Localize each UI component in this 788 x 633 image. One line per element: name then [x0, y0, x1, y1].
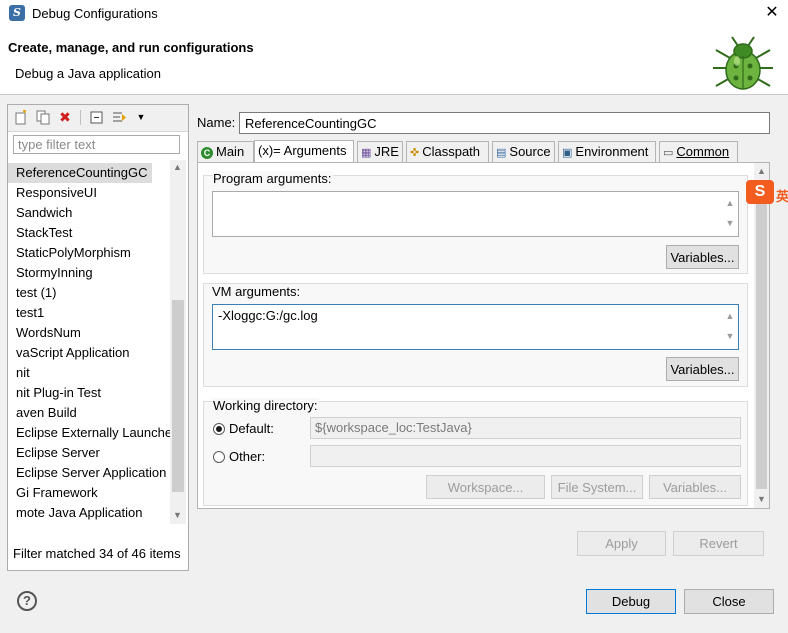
tab-panel-scrollbar[interactable]: ▲ ▼: [754, 163, 769, 508]
list-scrollbar-thumb[interactable]: [172, 300, 184, 492]
list-item[interactable]: test (1): [8, 283, 171, 303]
debug-bug-icon: [713, 36, 773, 90]
list-item[interactable]: nit Plug-in Test: [8, 383, 171, 403]
panel-scroll-up-arrow-icon[interactable]: ▲: [757, 166, 766, 176]
list-item[interactable]: StackTest: [8, 223, 171, 243]
file-system-button[interactable]: File System...: [551, 475, 643, 499]
list-item[interactable]: StaticPolyMorphism: [8, 243, 171, 263]
tab-bar: C Main (x)= Arguments ▦ JRE ✜ Classpath ▤ So…: [197, 140, 770, 163]
tab-arguments[interactable]: (x)= Arguments: [254, 140, 354, 163]
vm-arguments-input[interactable]: -Xloggc:G:/gc.log: [212, 304, 739, 350]
working-dir-variables-button[interactable]: Variables...: [649, 475, 741, 499]
revert-button[interactable]: Revert: [673, 531, 764, 556]
eclipse-icon: S: [9, 5, 25, 21]
tab-jre[interactable]: ▦ JRE: [357, 141, 403, 162]
close-window-button[interactable]: ✕: [762, 3, 782, 23]
tab-panel-scrollbar-thumb[interactable]: [756, 183, 767, 489]
common-icon: ▭: [663, 147, 674, 159]
environment-icon: ▣: [562, 147, 573, 159]
tab-environment-label: Environment: [575, 144, 649, 159]
tab-source-label: Source: [509, 144, 551, 159]
banner-subtitle: Debug a Java application: [15, 66, 161, 81]
name-field[interactable]: [239, 112, 770, 134]
tab-classpath-label: Classpath: [422, 144, 481, 159]
other-radio-label: Other:: [229, 449, 266, 464]
list-item[interactable]: Eclipse Server Application: [8, 463, 171, 483]
tab-main[interactable]: C Main: [197, 141, 254, 162]
scroll-down-arrow-icon[interactable]: ▼: [173, 510, 182, 520]
vm-arguments-label: VM arguments:: [212, 284, 301, 299]
working-directory-group: Working directory: Default: ${workspace_…: [203, 398, 748, 506]
filter-config-icon[interactable]: [112, 110, 126, 125]
duplicate-icon[interactable]: [36, 110, 50, 125]
workspace-button[interactable]: Workspace...: [426, 475, 545, 499]
list-item[interactable]: nit: [8, 363, 171, 383]
source-icon: ▤: [496, 147, 507, 159]
program-arguments-label: Program arguments:: [212, 171, 333, 186]
toolbar-separator: [80, 110, 81, 125]
apply-button[interactable]: Apply: [577, 531, 666, 556]
tab-common[interactable]: ▭ Common: [659, 141, 738, 162]
view-menu-chevron-down-icon[interactable]: ▼: [134, 110, 148, 125]
vm-variables-button[interactable]: Variables...: [666, 357, 739, 381]
main-tab-icon: C: [201, 147, 213, 159]
tab-jre-label: JRE: [374, 144, 399, 159]
list-item[interactable]: ReferenceCountingGC: [8, 163, 152, 183]
other-directory-field: [310, 445, 741, 467]
filter-input[interactable]: [13, 135, 180, 154]
program-arguments-input[interactable]: [212, 191, 739, 237]
other-radio[interactable]: [213, 451, 225, 463]
list-scrollbar[interactable]: ▲ ▼: [170, 160, 186, 524]
tab-classpath[interactable]: ✜ Classpath: [406, 141, 489, 162]
collapse-all-icon[interactable]: [90, 110, 104, 125]
program-variables-button[interactable]: Variables...: [666, 245, 739, 269]
list-item[interactable]: test1: [8, 303, 171, 323]
delete-icon[interactable]: ✖: [58, 110, 72, 125]
vm-arguments-scroll-arrows-icon[interactable]: ▲ ▼: [725, 306, 735, 346]
tab-environment[interactable]: ▣ Environment: [558, 141, 656, 162]
program-arguments-scroll-arrows-icon[interactable]: ▲ ▼: [725, 193, 735, 233]
left-toolbar: ✖ ▼: [8, 105, 188, 132]
help-icon[interactable]: ?: [17, 591, 37, 611]
close-button[interactable]: Close: [684, 589, 774, 614]
ime-badge-icon[interactable]: S: [746, 180, 774, 204]
tab-arguments-label: (x)= Arguments: [258, 143, 347, 158]
default-radio-label: Default:: [229, 421, 274, 436]
list-item[interactable]: mote Java Application: [8, 503, 171, 522]
list-item[interactable]: aven Build: [8, 403, 171, 423]
tab-source[interactable]: ▤ Source: [492, 141, 555, 162]
panel-scroll-down-arrow-icon[interactable]: ▼: [757, 494, 766, 504]
list-item[interactable]: vaScript Application: [8, 343, 171, 363]
tab-common-label: Common: [676, 144, 730, 159]
window-title: Debug Configurations: [32, 6, 158, 21]
configuration-list: ReferenceCountingGC ResponsiveUI Sandwich S…: [8, 160, 171, 522]
banner-title: Create, manage, and run configurations: [8, 40, 254, 55]
arguments-tab-panel: Program arguments: ▲ ▼ Variables... VM ar…: [197, 162, 770, 509]
debug-button[interactable]: Debug: [586, 589, 676, 614]
configuration-tree-panel: ✖ ▼ ReferenceCountingGCResponsiveUISandw…: [7, 104, 189, 571]
filter-status: Filter matched 34 of 46 items: [13, 546, 181, 561]
list-item[interactable]: Sandwich: [8, 203, 171, 223]
classpath-icon: ✜: [410, 147, 420, 159]
tab-main-label: Main: [216, 144, 245, 159]
list-item[interactable]: WordsNum: [8, 323, 171, 343]
name-label: Name:: [197, 115, 236, 130]
vm-arguments-group: VM arguments: -Xloggc:G:/gc.log ▲ ▼ Varia…: [203, 283, 748, 387]
list-item[interactable]: Eclipse Server: [8, 443, 171, 463]
list-item[interactable]: StormyInning: [8, 263, 171, 283]
working-directory-label: Working directory:: [212, 398, 319, 413]
list-item[interactable]: ResponsiveUI: [8, 183, 171, 203]
default-directory-field: ${workspace_loc:TestJava}: [310, 417, 741, 439]
header-banner: Create, manage, and run configurations D…: [0, 28, 788, 95]
title-bar: S Debug Configurations ✕: [0, 0, 788, 28]
default-radio[interactable]: [213, 423, 225, 435]
list-item[interactable]: Gi Framework: [8, 483, 171, 503]
list-item[interactable]: Eclipse Externally Launche: [8, 423, 171, 443]
ime-mode-indicator[interactable]: 英: [776, 186, 788, 205]
new-launch-config-icon[interactable]: [14, 110, 28, 125]
jre-icon: ▦: [361, 147, 372, 159]
scroll-up-arrow-icon[interactable]: ▲: [173, 162, 182, 172]
program-arguments-group: Program arguments: ▲ ▼ Variables...: [203, 171, 748, 274]
